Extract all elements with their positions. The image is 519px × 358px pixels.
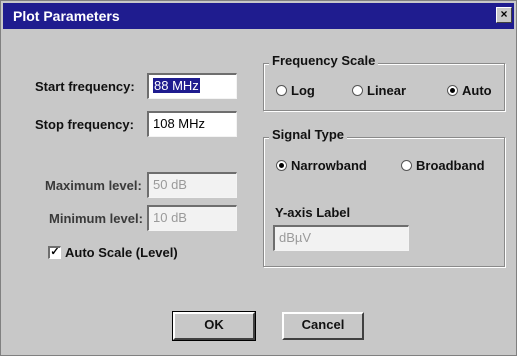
frequency-scale-auto-label: Auto — [462, 83, 492, 98]
stop-frequency-label: Stop frequency: — [35, 117, 134, 132]
radio-button-icon[interactable] — [276, 85, 287, 96]
start-frequency-value: 88 MHz — [153, 78, 200, 93]
check-icon: ✓ — [50, 246, 60, 258]
frequency-scale-log-radio[interactable]: Log — [276, 83, 315, 98]
auto-scale-checkbox[interactable]: ✓ Auto Scale (Level) — [48, 245, 178, 260]
plot-parameters-dialog: Plot Parameters × Start frequency: 88 MH… — [0, 0, 517, 356]
y-axis-label-input[interactable]: dBµV — [273, 225, 409, 251]
frequency-scale-linear-label: Linear — [367, 83, 407, 98]
frequency-scale-title: Frequency Scale — [269, 53, 379, 68]
start-frequency-label: Start frequency: — [35, 79, 135, 94]
close-icon: × — [500, 7, 508, 21]
signal-type-title: Signal Type — [269, 127, 347, 142]
signal-type-narrowband-label: Narrowband — [291, 158, 367, 173]
signal-type-narrowband-radio[interactable]: Narrowband — [276, 158, 367, 173]
window-title: Plot Parameters — [13, 8, 120, 24]
stop-frequency-input[interactable]: 108 MHz — [147, 111, 237, 137]
start-frequency-input[interactable]: 88 MHz — [147, 73, 237, 99]
radio-button-selected-icon[interactable] — [276, 160, 287, 171]
radio-button-selected-icon[interactable] — [447, 85, 458, 96]
radio-button-icon[interactable] — [352, 85, 363, 96]
radio-button-icon[interactable] — [401, 160, 412, 171]
frequency-scale-log-label: Log — [291, 83, 315, 98]
signal-type-broadband-radio[interactable]: Broadband — [401, 158, 485, 173]
cancel-button[interactable]: Cancel — [282, 312, 364, 340]
maximum-level-label: Maximum level: — [45, 178, 142, 193]
close-button[interactable]: × — [496, 7, 512, 23]
auto-scale-label: Auto Scale (Level) — [65, 245, 178, 260]
frequency-scale-auto-radio[interactable]: Auto — [447, 83, 492, 98]
maximum-level-input[interactable]: 50 dB — [147, 172, 237, 198]
ok-button[interactable]: OK — [172, 311, 256, 341]
frequency-scale-linear-radio[interactable]: Linear — [352, 83, 406, 98]
auto-scale-check-box[interactable]: ✓ — [48, 246, 61, 259]
title-bar[interactable]: Plot Parameters × — [3, 3, 514, 29]
minimum-level-input[interactable]: 10 dB — [147, 205, 237, 231]
y-axis-label-title: Y-axis Label — [275, 205, 351, 220]
minimum-level-label: Minimum level: — [49, 211, 143, 226]
signal-type-broadband-label: Broadband — [416, 158, 485, 173]
